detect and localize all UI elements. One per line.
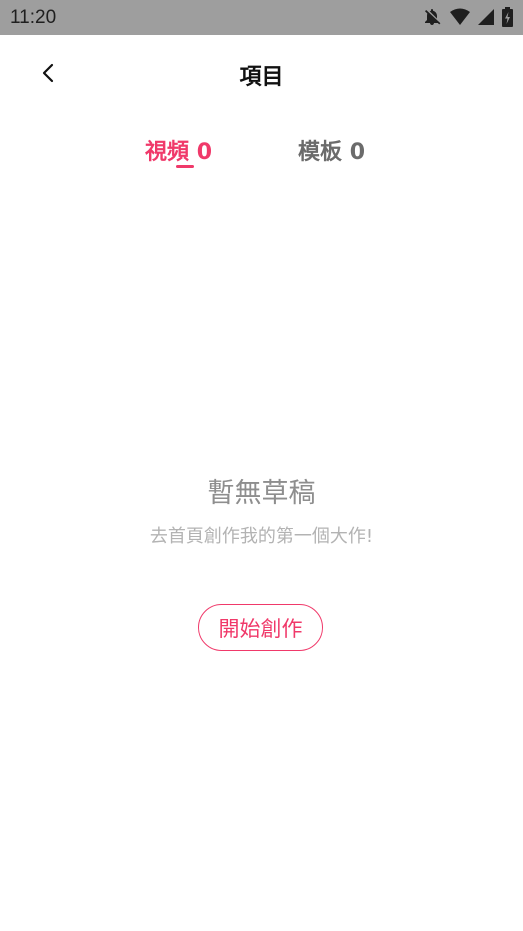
tab-bar: 視頻 0 模板 0 xyxy=(0,130,523,180)
tab-templates[interactable]: 模板 0 xyxy=(298,134,365,166)
signal-icon xyxy=(478,8,494,26)
empty-state-title: 暫無草稿 xyxy=(207,478,316,509)
notifications-off-icon xyxy=(422,7,442,27)
status-bar: 11:20 xyxy=(0,0,523,35)
top-app-bar: 項目 xyxy=(0,35,523,111)
tab-templates-count: 0 xyxy=(349,140,365,165)
status-time: 11:20 xyxy=(10,7,57,28)
page-title: 項目 xyxy=(239,65,284,90)
empty-state-subtitle: 去首頁創作我的第一個大作! xyxy=(149,526,374,547)
tab-videos[interactable]: 視頻 0 xyxy=(145,134,212,166)
active-tab-indicator xyxy=(176,165,194,168)
wifi-icon xyxy=(450,8,470,26)
tab-templates-label: 模板 xyxy=(298,140,343,165)
tab-videos-label: 視頻 xyxy=(145,140,190,165)
start-creating-button[interactable]: 開始創作 xyxy=(198,604,323,651)
battery-charging-icon xyxy=(502,7,513,27)
tab-videos-count: 0 xyxy=(196,140,212,165)
status-icons xyxy=(422,7,513,27)
